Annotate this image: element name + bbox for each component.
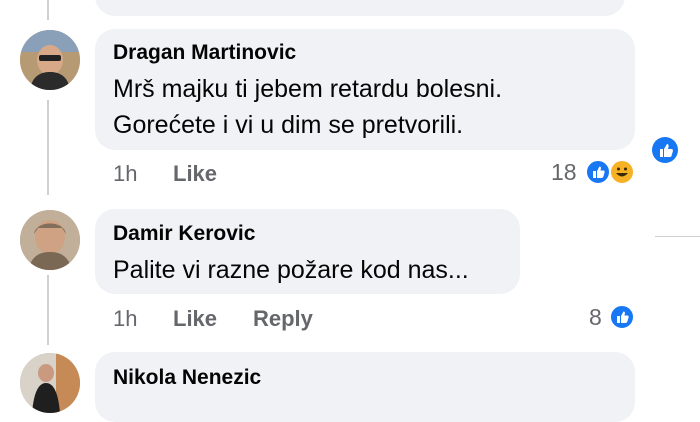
like-button[interactable]: Like xyxy=(173,306,217,332)
reaction-count[interactable]: 8 xyxy=(589,304,602,331)
comment-author[interactable]: Nikola Nenezic xyxy=(113,366,261,390)
comment-text-line: Palite vi razne požare kod nas... xyxy=(113,256,469,284)
comment-author[interactable]: Damir Kerovic xyxy=(113,222,255,246)
comment-text-line: Mrš majku ti jebem retardu bolesni. xyxy=(113,75,503,103)
haha-reaction-icon xyxy=(609,159,635,185)
like-reaction-icon xyxy=(652,137,678,163)
comment-author[interactable]: Dragan Martinovic xyxy=(113,41,296,65)
previous-comment-bubble xyxy=(95,0,625,16)
comment-text-line: Gorećete i vi u dim se pretvorili. xyxy=(113,111,464,139)
reaction-count[interactable]: 18 xyxy=(551,159,577,186)
like-reaction-icon xyxy=(585,159,611,185)
like-reaction-icon xyxy=(609,304,635,330)
like-button[interactable]: Like xyxy=(173,161,217,187)
comment-timestamp[interactable]: 1h xyxy=(113,161,137,187)
thread-line xyxy=(47,0,49,20)
avatar[interactable] xyxy=(20,353,80,413)
comment-timestamp[interactable]: 1h xyxy=(113,306,137,332)
thread-line xyxy=(47,100,49,195)
thread-line xyxy=(47,275,49,345)
avatar[interactable] xyxy=(20,30,80,90)
reply-button[interactable]: Reply xyxy=(253,306,313,332)
avatar[interactable] xyxy=(20,210,80,270)
divider xyxy=(655,236,700,237)
